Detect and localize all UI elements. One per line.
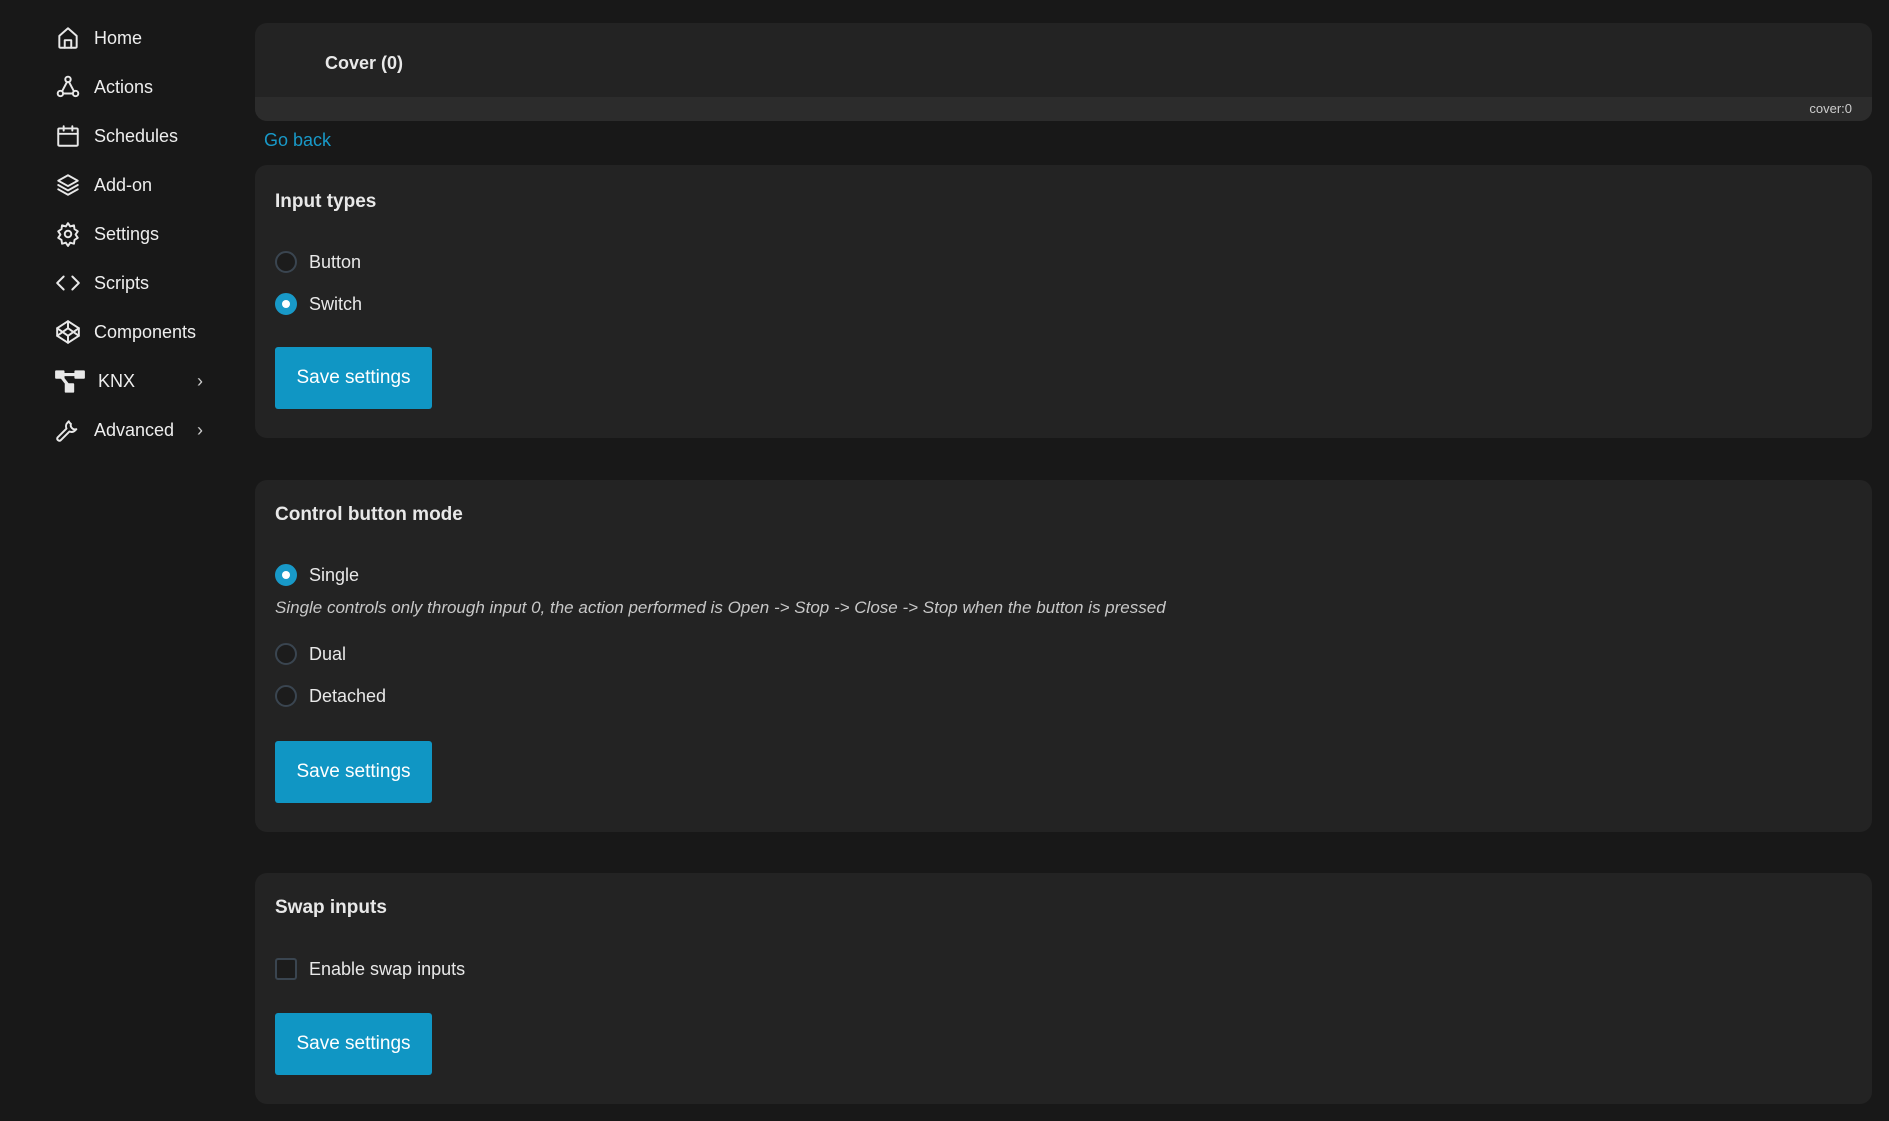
radio-label: Switch (309, 294, 362, 315)
radio-label: Button (309, 252, 361, 273)
radio-button[interactable]: Button (275, 251, 361, 273)
sidebar-item-label: Scripts (94, 273, 149, 294)
input-types-section: Input types Button Switch Save settings (255, 165, 1872, 438)
radio-indicator[interactable] (275, 293, 297, 315)
sidebar-item-label: Schedules (94, 126, 178, 147)
page-header: Cover (0) cover:0 (255, 23, 1872, 121)
chevron-right-icon: › (197, 420, 203, 441)
sidebar-item-add-on[interactable]: Add-on (55, 170, 205, 200)
radio-dual[interactable]: Dual (275, 643, 346, 665)
radio-indicator[interactable] (275, 251, 297, 273)
enable-swap-inputs-checkbox[interactable]: Enable swap inputs (275, 958, 465, 980)
section-title: Control button mode (275, 504, 463, 526)
mode-description: Single controls only through input 0, th… (275, 598, 1166, 618)
radio-label: Detached (309, 686, 386, 707)
radio-switch[interactable]: Switch (275, 293, 362, 315)
section-title: Input types (275, 191, 376, 213)
sidebar-item-settings[interactable]: Settings (55, 219, 205, 249)
network-icon (55, 368, 85, 394)
radio-indicator[interactable] (275, 564, 297, 586)
radio-single[interactable]: Single (275, 564, 359, 586)
sidebar-item-advanced[interactable]: Advanced › (55, 415, 205, 445)
checkbox-indicator[interactable] (275, 958, 297, 980)
component-id: cover:0 (255, 97, 1872, 121)
radio-indicator[interactable] (275, 643, 297, 665)
go-back-link[interactable]: Go back (264, 130, 331, 151)
codepen-icon (55, 319, 81, 345)
sidebar-item-label: Settings (94, 224, 159, 245)
sidebar-item-label: KNX (98, 371, 135, 392)
control-button-mode-section: Control button mode Single Single contro… (255, 480, 1872, 832)
page-title: Cover (0) (325, 53, 403, 74)
chevron-right-icon: › (197, 371, 203, 392)
calendar-icon (55, 123, 81, 149)
home-icon (55, 25, 81, 51)
webhook-icon (55, 74, 81, 100)
save-settings-button[interactable]: Save settings (275, 347, 432, 409)
sidebar-item-label: Add-on (94, 175, 152, 196)
save-settings-button[interactable]: Save settings (275, 741, 432, 803)
swap-inputs-section: Swap inputs Enable swap inputs Save sett… (255, 873, 1872, 1104)
sidebar-item-label: Advanced (94, 420, 174, 441)
sidebar-item-label: Home (94, 28, 142, 49)
radio-indicator[interactable] (275, 685, 297, 707)
layers-icon (55, 172, 81, 198)
sidebar-item-home[interactable]: Home (55, 23, 205, 53)
sidebar-item-knx[interactable]: KNX › (55, 366, 205, 396)
radio-label: Dual (309, 644, 346, 665)
sidebar-item-actions[interactable]: Actions (55, 72, 205, 102)
sidebar-item-components[interactable]: Components (55, 317, 205, 347)
section-title: Swap inputs (275, 897, 387, 919)
radio-label: Single (309, 565, 359, 586)
code-icon (55, 270, 81, 296)
radio-detached[interactable]: Detached (275, 685, 386, 707)
gear-icon (55, 221, 81, 247)
wrench-icon (55, 417, 81, 443)
sidebar-item-scripts[interactable]: Scripts (55, 268, 205, 298)
sidebar-item-label: Components (94, 322, 196, 343)
sidebar-item-schedules[interactable]: Schedules (55, 121, 205, 151)
checkbox-label: Enable swap inputs (309, 959, 465, 980)
sidebar-item-label: Actions (94, 77, 153, 98)
save-settings-button[interactable]: Save settings (275, 1013, 432, 1075)
